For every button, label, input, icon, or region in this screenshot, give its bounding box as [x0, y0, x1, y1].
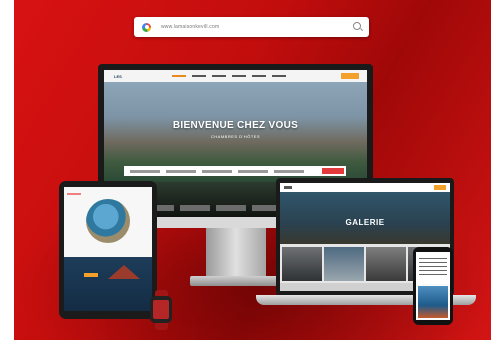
thumbnail[interactable]: [180, 205, 210, 211]
desktop-menu: [171, 75, 286, 77]
booking-field[interactable]: [274, 169, 304, 173]
laptop-navbar: [280, 183, 450, 192]
laptop-cta-button[interactable]: [434, 185, 446, 190]
monitor-stand-neck: [206, 228, 266, 278]
booking-field[interactable]: [166, 169, 196, 173]
desktop-hero: BIENVENUE CHEZ VOUS CHAMBRES D'HÔTES: [104, 82, 367, 182]
tablet-bottom-section: [64, 257, 152, 311]
desktop-logo[interactable]: LES: [114, 74, 122, 79]
search-url-text: www.lamaisonkevill.com: [161, 24, 220, 30]
thumbnail[interactable]: [216, 205, 246, 211]
phone-screen: [416, 252, 450, 320]
booking-field[interactable]: [202, 169, 232, 173]
menu-item[interactable]: [211, 75, 226, 77]
gallery-image[interactable]: [282, 247, 322, 281]
watch-screen: [153, 300, 169, 319]
booking-field[interactable]: [130, 169, 160, 173]
tablet-screen: [64, 187, 152, 311]
laptop-page-title: GALERIE: [345, 218, 385, 227]
desktop-navbar: LES: [104, 70, 367, 82]
laptop-hero: GALERIE: [280, 192, 450, 244]
menu-item[interactable]: [171, 75, 186, 77]
menu-item[interactable]: [271, 75, 286, 77]
tablet-circle-photo: [86, 199, 130, 243]
booking-submit-button[interactable]: [322, 168, 344, 174]
tablet-button[interactable]: [84, 273, 98, 277]
tablet-tag: [67, 193, 81, 195]
menu-item[interactable]: [251, 75, 266, 77]
menu-item[interactable]: [191, 75, 206, 77]
hero-title: BIENVENUE CHEZ VOUS: [172, 120, 299, 131]
desktop-cta-button[interactable]: [341, 73, 359, 79]
google-icon: [142, 22, 151, 32]
laptop-logo[interactable]: [284, 186, 292, 189]
search-icon[interactable]: [353, 22, 361, 30]
gallery-image[interactable]: [366, 247, 406, 281]
hero-subtitle: CHAMBRES D'HÔTES: [210, 134, 261, 139]
phone-text-lines: [419, 258, 447, 276]
booking-form: [124, 166, 346, 176]
mockup-canvas: www.lamaisonkevill.com LES BIENVENUE CHE…: [0, 0, 499, 351]
booking-field[interactable]: [238, 169, 268, 173]
search-bar[interactable]: www.lamaisonkevill.com: [134, 17, 369, 37]
gallery-image[interactable]: [324, 247, 364, 281]
menu-item[interactable]: [231, 75, 246, 77]
phone-photo: [418, 286, 448, 318]
monitor-stand-base: [190, 276, 282, 286]
